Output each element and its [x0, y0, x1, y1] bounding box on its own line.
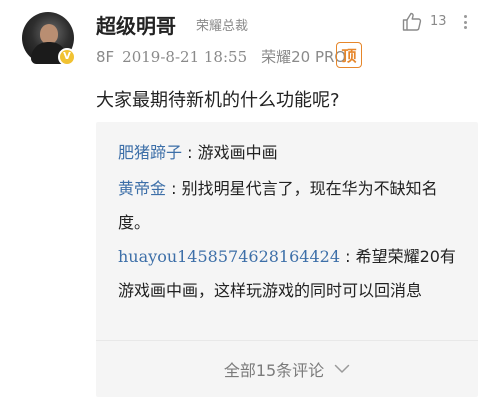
- all-comments-button[interactable]: 全部15条评论: [96, 340, 478, 397]
- avatar[interactable]: V: [22, 12, 76, 66]
- reply-author[interactable]: 黄帝金: [118, 179, 166, 198]
- like-button[interactable]: 13: [402, 12, 447, 31]
- reply-separator: :: [166, 179, 182, 198]
- reply-text: 游戏画中画: [197, 143, 278, 162]
- post-meta: 8F 2019-8-21 18:55 荣耀20 PRO: [96, 46, 346, 67]
- avatar-face: [40, 24, 58, 44]
- more-vertical-icon[interactable]: [460, 12, 470, 32]
- reply-item[interactable]: 肥猪蹄子 : 游戏画中画: [118, 136, 458, 170]
- post-content: 大家最期待新机的什么功能呢?: [96, 90, 340, 111]
- device-name: 荣耀20 PRO: [261, 48, 347, 66]
- reply-item[interactable]: 黄帝金 : 别找明星代言了，现在华为不缺知名度。: [118, 172, 458, 240]
- timestamp: 2019-8-21 18:55: [122, 47, 248, 66]
- all-comments-label: 全部15条评论: [223, 360, 325, 380]
- thumbs-up-icon: [402, 12, 422, 31]
- reply-separator: :: [340, 247, 356, 266]
- reply-separator: :: [182, 143, 198, 162]
- like-count: 13: [430, 14, 447, 29]
- chevron-down-icon: [334, 364, 350, 374]
- reply-author[interactable]: 肥猪蹄子: [118, 143, 182, 162]
- reply-author[interactable]: huayou1458574628164424: [118, 247, 340, 266]
- username[interactable]: 超级明哥: [96, 10, 176, 39]
- reply-item[interactable]: huayou1458574628164424 : 希望荣耀20有游戏画中画，这样…: [118, 240, 458, 308]
- user-title: 荣耀总裁: [196, 19, 249, 34]
- floor-number: 8F: [96, 47, 115, 66]
- reply-box: 肥猪蹄子 : 游戏画中画 黄帝金 : 别找明星代言了，现在华为不缺知名度。 hu…: [96, 122, 478, 397]
- top-badge: 顶: [336, 42, 362, 68]
- verified-icon: V: [58, 48, 76, 66]
